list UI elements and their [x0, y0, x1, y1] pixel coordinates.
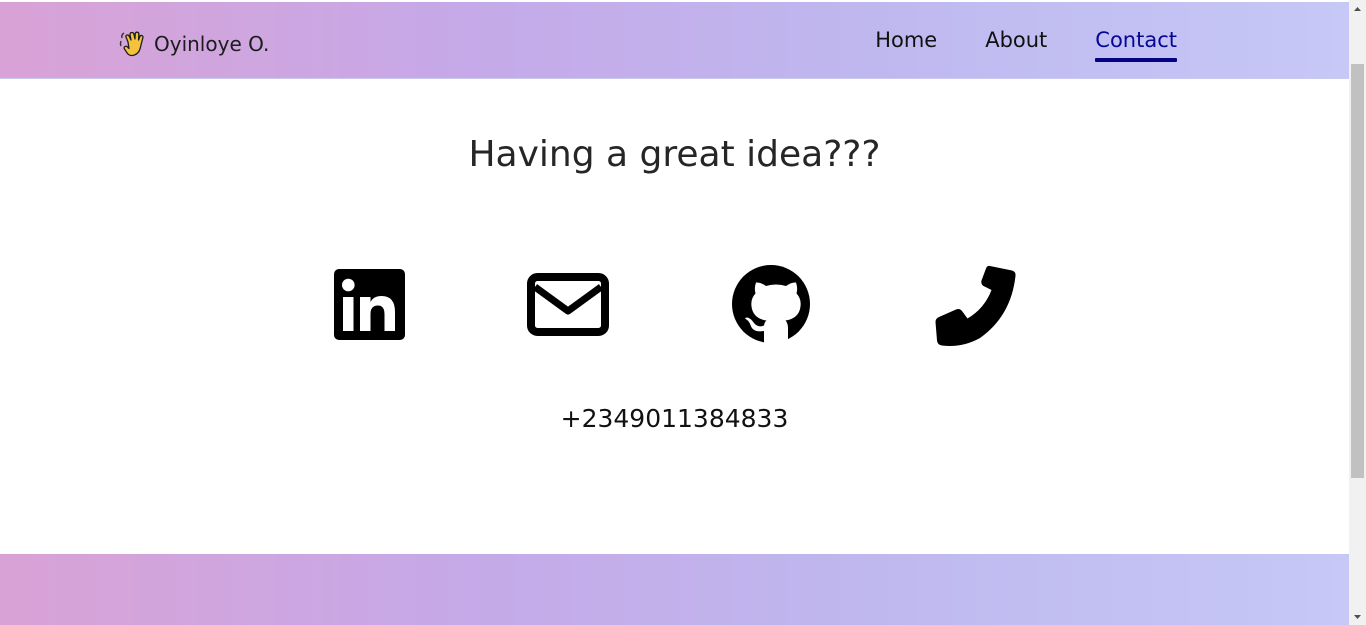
- nav-home[interactable]: Home: [875, 28, 937, 60]
- contact-icons: [0, 262, 1349, 352]
- brand-name: Oyinloye O.: [154, 32, 270, 56]
- browser-viewport: Oyinloye O. Home About Contact Having a …: [0, 0, 1366, 625]
- nav-about[interactable]: About: [985, 28, 1047, 60]
- phone-icon[interactable]: [932, 262, 1018, 348]
- nav-contact[interactable]: Contact: [1095, 28, 1177, 62]
- github-icon[interactable]: [729, 262, 815, 348]
- phone-number: +2349011384833: [560, 404, 789, 433]
- scroll-down-arrow-icon[interactable]: [1349, 608, 1366, 625]
- linkedin-icon[interactable]: [329, 262, 415, 348]
- brand-link[interactable]: Oyinloye O.: [118, 28, 269, 60]
- footer: [0, 554, 1349, 625]
- scrollbar-thumb[interactable]: [1351, 64, 1364, 478]
- vertical-scrollbar[interactable]: [1349, 0, 1366, 625]
- scroll-up-arrow-icon[interactable]: [1349, 0, 1366, 17]
- contact-page: Oyinloye O. Home About Contact Having a …: [0, 0, 1349, 625]
- waving-hand-icon: [119, 31, 144, 57]
- email-icon[interactable]: [525, 262, 611, 348]
- nav-links: Home About Contact: [875, 28, 1177, 62]
- navbar: Oyinloye O. Home About Contact: [0, 2, 1349, 79]
- page-heading: Having a great idea???: [468, 134, 881, 175]
